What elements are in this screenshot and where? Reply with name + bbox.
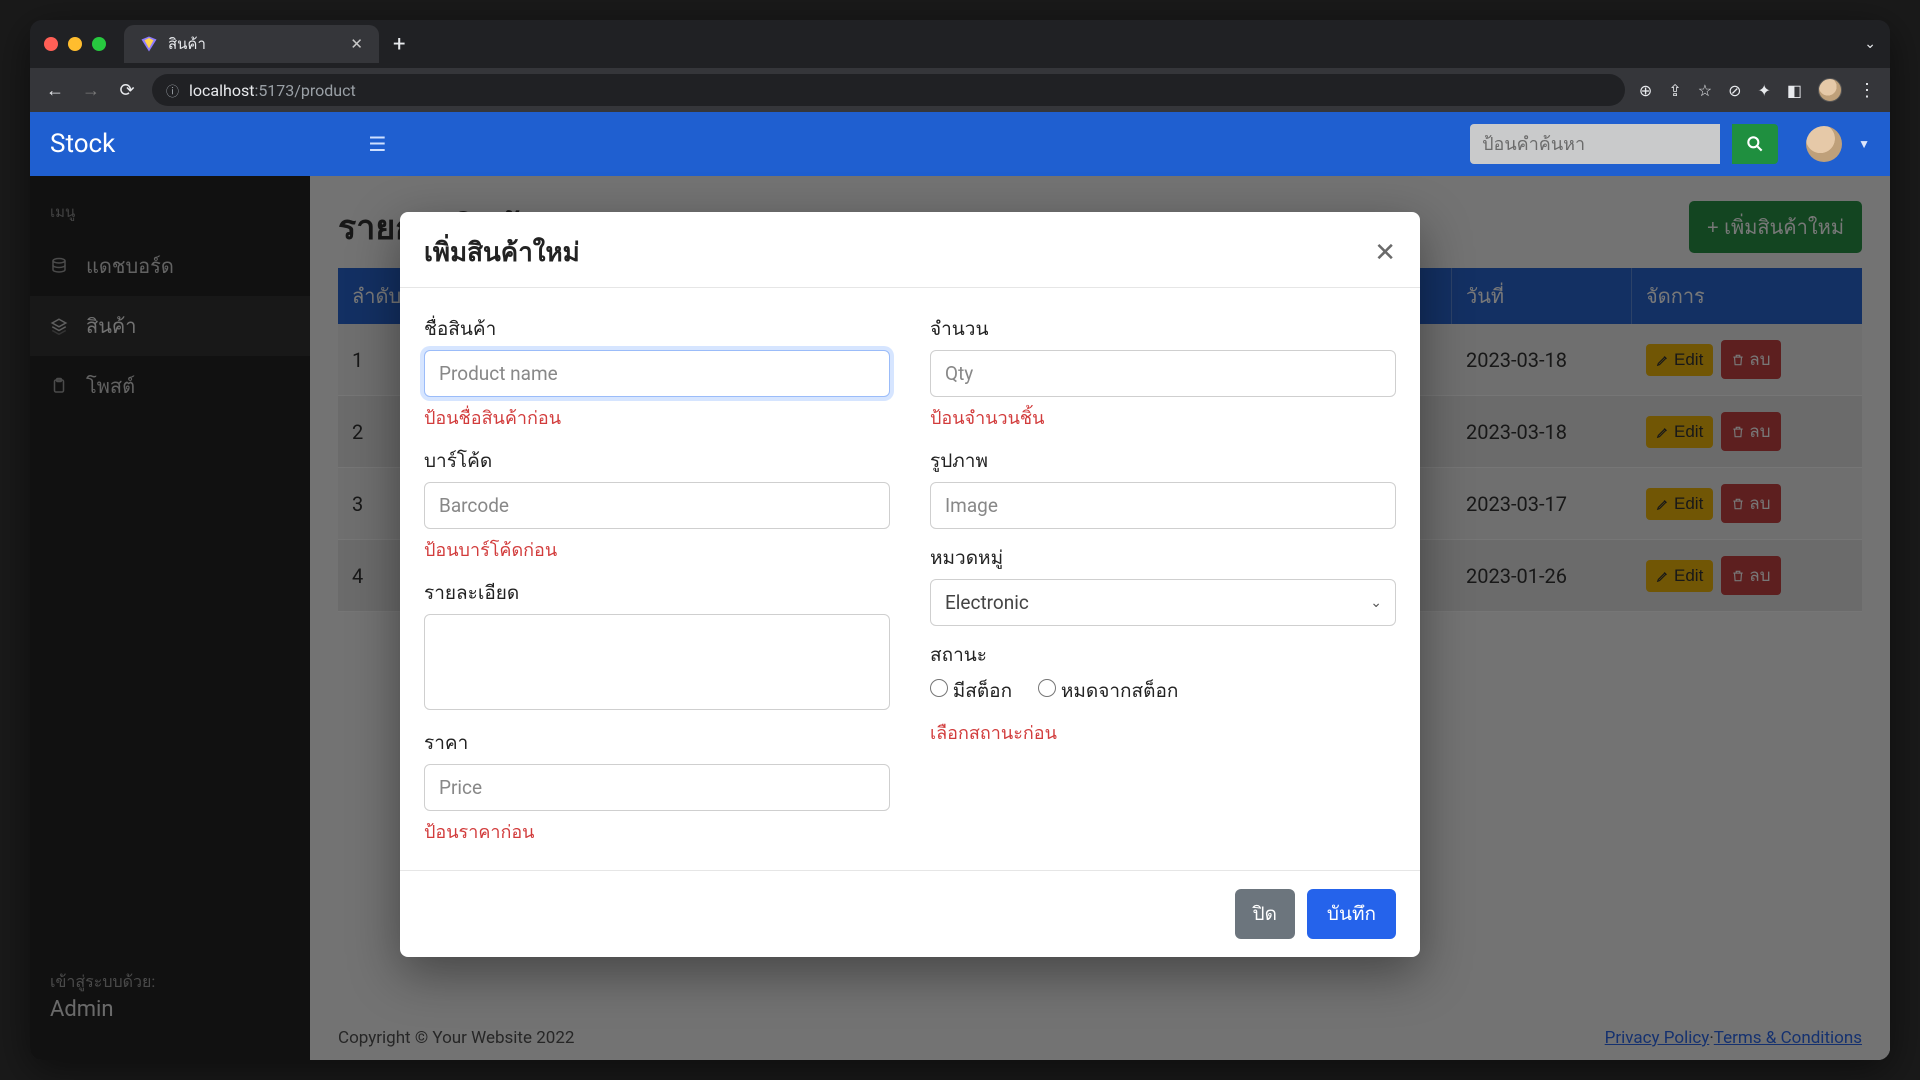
app-body: เมนู แดชบอร์ด สินค้า: [30, 176, 1890, 1060]
site-info-icon[interactable]: ⓘ: [166, 81, 179, 100]
name-error: ป้อนชื่อสินค้าก่อน: [424, 403, 890, 432]
desc-label: รายละเอียด: [424, 578, 890, 608]
back-button[interactable]: ←: [44, 80, 66, 101]
block-icon[interactable]: ⊘: [1728, 81, 1741, 100]
price-input[interactable]: [424, 764, 890, 811]
address-bar[interactable]: ⓘ localhost:5173/product: [152, 74, 1625, 106]
category-label: หมวดหมู่: [930, 543, 1396, 573]
status-instock-radio[interactable]: มีสต็อก: [930, 676, 1012, 706]
sidepanel-icon[interactable]: ◧: [1787, 81, 1802, 100]
tab-close-icon[interactable]: ✕: [350, 35, 363, 53]
share-icon[interactable]: ⇪: [1668, 81, 1681, 100]
browser-tab[interactable]: สินค้า ✕: [124, 25, 379, 63]
add-product-modal: เพิ่มสินค้าใหม่ ✕ ชื่อสินค้า ป้อนชื่อสิน…: [400, 212, 1420, 957]
window-close-dot[interactable]: [44, 37, 58, 51]
barcode-input[interactable]: [424, 482, 890, 529]
name-label: ชื่อสินค้า: [424, 314, 890, 344]
instock-label: มีสต็อก: [953, 679, 1012, 702]
search-input[interactable]: [1470, 124, 1720, 164]
status-label: สถานะ: [930, 640, 1396, 670]
status-error: เลือกสถานะก่อน: [930, 718, 1396, 747]
browser-menu-icon[interactable]: ⋮: [1858, 80, 1876, 101]
user-avatar[interactable]: [1806, 126, 1842, 162]
browser-toolbar: ← → ⟳ ⓘ localhost:5173/product ⊕ ⇪ ☆ ⊘ ✦…: [30, 68, 1890, 112]
instock-radio-input[interactable]: [930, 679, 948, 697]
search-button[interactable]: [1732, 124, 1778, 164]
modal-title: เพิ่มสินค้าใหม่: [424, 232, 580, 273]
category-select[interactable]: Electronic: [930, 579, 1396, 626]
url-host: localhost: [189, 81, 254, 100]
sidebar-toggle-icon[interactable]: ☰: [368, 132, 386, 156]
app-header: Stock ☰ ▼: [30, 112, 1890, 176]
qty-error: ป้อนจำนวนชิ้น: [930, 403, 1396, 432]
window-maximize-dot[interactable]: [92, 37, 106, 51]
modal-close-button[interactable]: ปิด: [1235, 889, 1295, 939]
modal-save-button[interactable]: บันทึก: [1307, 889, 1396, 939]
barcode-label: บาร์โค้ด: [424, 446, 890, 476]
price-error: ป้อนราคาก่อน: [424, 817, 890, 846]
url-path: :5173/product: [254, 81, 355, 100]
vite-favicon: [140, 35, 158, 53]
zoom-icon[interactable]: ⊕: [1639, 81, 1652, 100]
toolbar-right: ⊕ ⇪ ☆ ⊘ ✦ ◧ ⋮: [1639, 78, 1876, 102]
browser-titlebar: สินค้า ✕ + ⌄: [30, 20, 1890, 68]
outstock-label: หมดจากสต็อก: [1061, 679, 1179, 702]
traffic-lights: [44, 37, 106, 51]
image-input[interactable]: [930, 482, 1396, 529]
profile-avatar[interactable]: [1818, 78, 1842, 102]
window-expand-icon[interactable]: ⌄: [1864, 36, 1876, 52]
forward-button[interactable]: →: [80, 80, 102, 101]
product-name-input[interactable]: [424, 350, 890, 397]
brand: Stock: [50, 129, 115, 159]
tab-title: สินค้า: [168, 32, 206, 56]
outstock-radio-input[interactable]: [1038, 679, 1056, 697]
app: Stock ☰ ▼ เมนู แดชบอร์ด: [30, 112, 1890, 1060]
image-label: รูปภาพ: [930, 446, 1396, 476]
status-outstock-radio[interactable]: หมดจากสต็อก: [1038, 676, 1178, 706]
qty-label: จำนวน: [930, 314, 1396, 344]
browser-window: สินค้า ✕ + ⌄ ← → ⟳ ⓘ localhost:5173/prod…: [30, 20, 1890, 1060]
qty-input[interactable]: [930, 350, 1396, 397]
user-menu-caret-icon[interactable]: ▼: [1858, 137, 1870, 151]
bookmark-icon[interactable]: ☆: [1698, 81, 1712, 100]
price-label: ราคา: [424, 728, 890, 758]
extensions-icon[interactable]: ✦: [1757, 81, 1770, 100]
description-textarea[interactable]: [424, 614, 890, 710]
reload-button[interactable]: ⟳: [116, 80, 138, 101]
barcode-error: ป้อนบาร์โค้ดก่อน: [424, 535, 890, 564]
modal-close-icon[interactable]: ✕: [1374, 240, 1396, 266]
window-minimize-dot[interactable]: [68, 37, 82, 51]
new-tab-button[interactable]: +: [393, 32, 405, 57]
